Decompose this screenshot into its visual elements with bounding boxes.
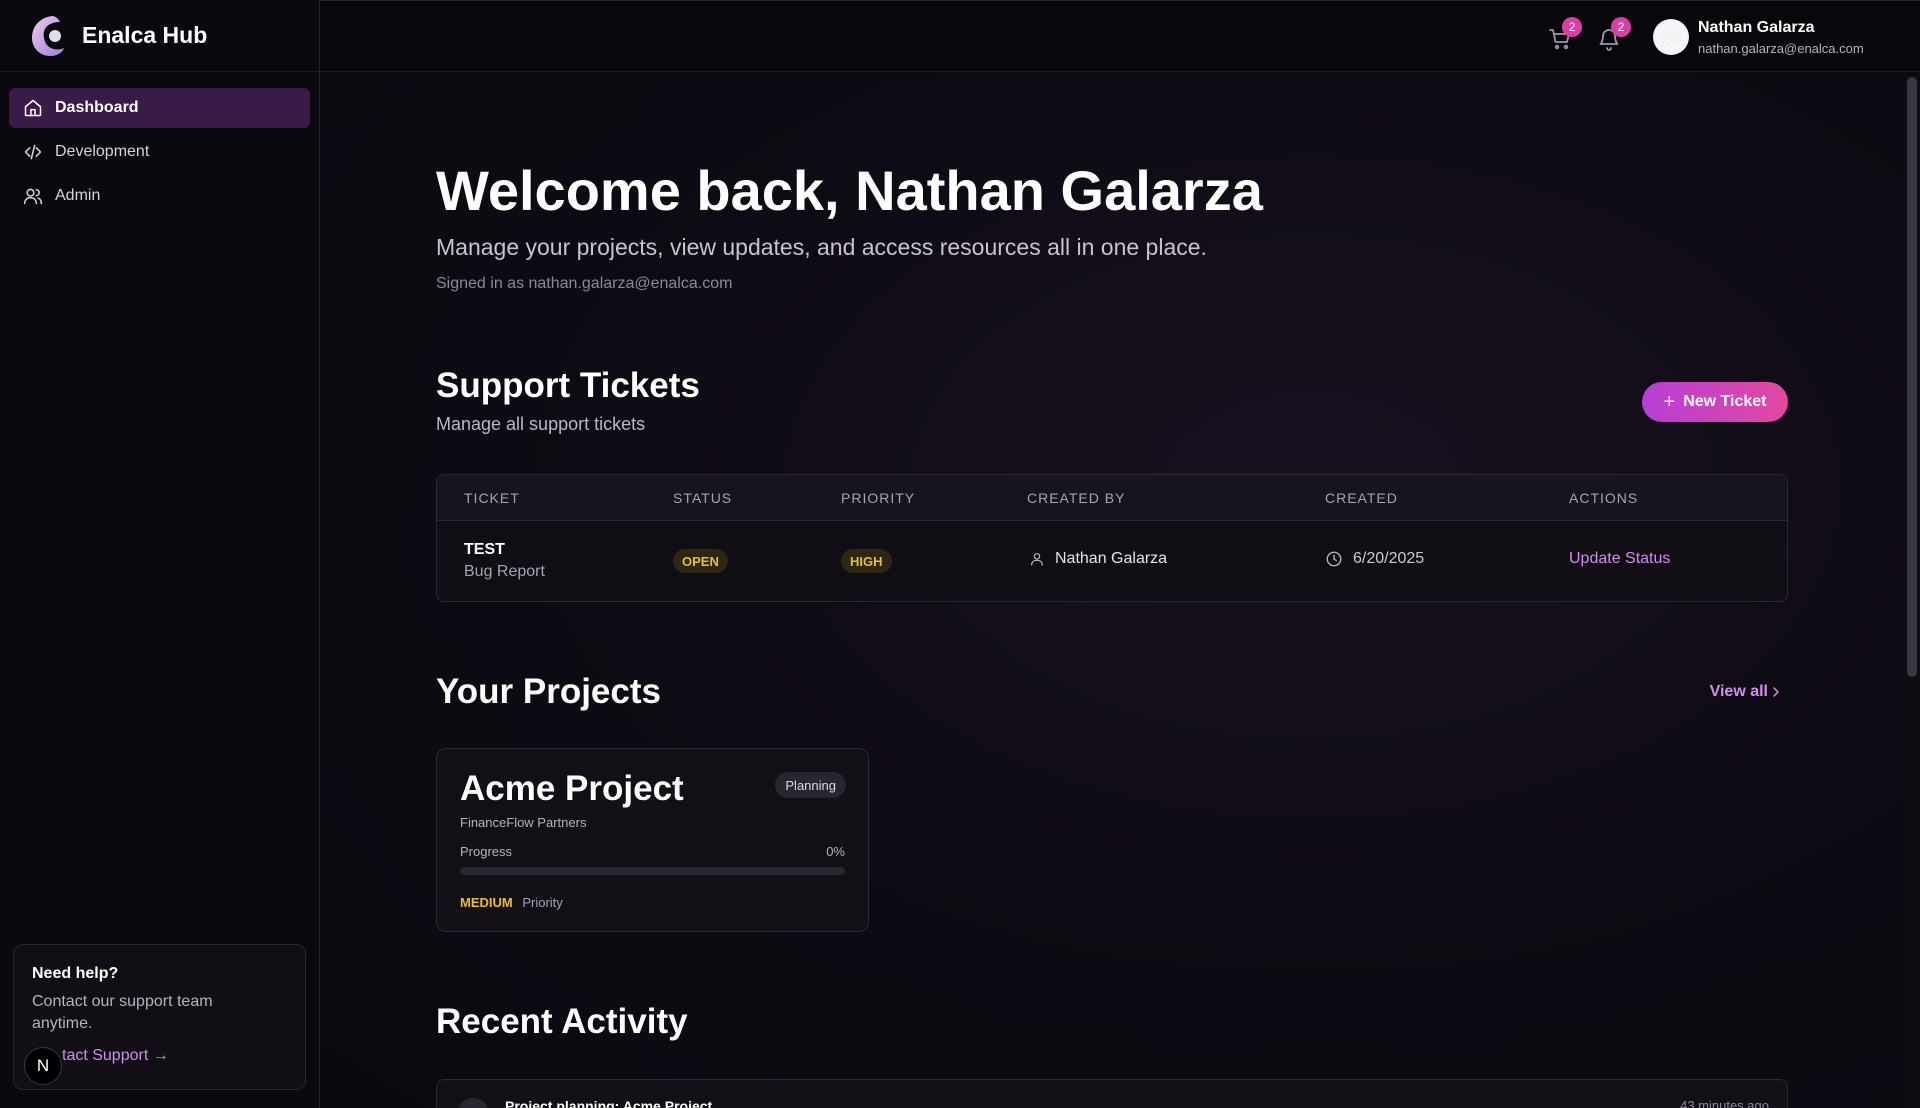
welcome-title: Welcome back, Nathan Galarza bbox=[436, 159, 1263, 222]
table-header: TICKET STATUS PRIORITY CREATED BY CREATE… bbox=[437, 475, 1787, 521]
sidebar: Enalca Hub Dashboard Development Admin N… bbox=[0, 0, 320, 1108]
brand[interactable]: Enalca Hub bbox=[0, 0, 319, 72]
view-all-label: View all bbox=[1709, 683, 1768, 700]
logo-icon bbox=[32, 15, 64, 56]
column-header-ticket: TICKET bbox=[464, 490, 520, 506]
brand-name: Enalca Hub bbox=[82, 22, 208, 48]
project-status-badge: Planning bbox=[775, 772, 846, 798]
ticket-type: Bug Report bbox=[464, 563, 545, 580]
sidebar-item-admin[interactable]: Admin bbox=[9, 176, 310, 216]
project-client: FinanceFlow Partners bbox=[460, 815, 587, 830]
n-logo-icon[interactable]: N bbox=[24, 1047, 62, 1085]
home-icon bbox=[24, 99, 42, 117]
help-card: Need help? Contact our support team anyt… bbox=[13, 944, 306, 1090]
progress-label: Progress bbox=[460, 844, 513, 859]
activity-time: 43 minutes ago bbox=[1680, 1098, 1769, 1108]
sidebar-item-development[interactable]: Development bbox=[9, 132, 310, 172]
plus-icon: + bbox=[1663, 390, 1676, 413]
cart-count-badge: 2 bbox=[1562, 17, 1582, 37]
project-priority: MEDIUM bbox=[460, 895, 513, 910]
new-ticket-button[interactable]: + New Ticket bbox=[1642, 382, 1788, 422]
your-projects-title: Your Projects bbox=[436, 672, 661, 711]
signed-in-text: Signed in as nathan.galarza@enalca.com bbox=[436, 275, 733, 292]
activity-title: Project planning: Acme Project bbox=[505, 1098, 713, 1108]
users-icon bbox=[23, 188, 43, 205]
tickets-table: TICKET STATUS PRIORITY CREATED BY CREATE… bbox=[436, 474, 1788, 602]
code-icon bbox=[24, 144, 42, 160]
avatar[interactable]: NG bbox=[1653, 19, 1689, 55]
priority-badge: HIGH bbox=[841, 549, 892, 573]
project-priority-label: Priority bbox=[522, 895, 563, 910]
notifications-button[interactable]: 2 bbox=[1597, 17, 1631, 51]
notification-count-badge: 2 bbox=[1611, 17, 1631, 37]
support-tickets-subtitle: Manage all support tickets bbox=[436, 414, 646, 434]
creator-name: Nathan Galarza bbox=[1055, 550, 1168, 567]
ticket-creator: Nathan Galarza bbox=[1029, 550, 1167, 568]
activity-item[interactable]: Project planning: Acme Project 43 minute… bbox=[436, 1079, 1788, 1108]
ticket-title: TEST bbox=[464, 541, 505, 558]
user-icon bbox=[1031, 553, 1043, 566]
help-text: Contact our support team anytime. bbox=[32, 993, 213, 1032]
progress-bar bbox=[460, 867, 845, 875]
recent-activity-title: Recent Activity bbox=[436, 1002, 688, 1041]
top-bar: 2 2 NG Nathan Galarza nathan.galarza@ena… bbox=[320, 0, 1920, 72]
contact-support-label: tact Support → bbox=[62, 1047, 169, 1064]
sidebar-item-label: Dashboard bbox=[55, 99, 139, 116]
table-row[interactable]: TEST Bug Report OPEN HIGH Nathan Galarza… bbox=[437, 521, 1787, 601]
clock-icon bbox=[1326, 551, 1342, 567]
progress-row: Progress 0% bbox=[460, 844, 845, 859]
column-header-priority: PRIORITY bbox=[841, 490, 916, 506]
user-email: nathan.galarza@enalca.com bbox=[1698, 41, 1864, 56]
ticket-created-date: 6/20/2025 bbox=[1325, 550, 1424, 568]
scrollbar[interactable] bbox=[1904, 73, 1920, 1108]
new-ticket-label: New Ticket bbox=[1683, 393, 1767, 410]
column-header-status: STATUS bbox=[673, 490, 733, 506]
support-tickets-title: Support Tickets bbox=[436, 366, 700, 405]
created-date: 6/20/2025 bbox=[1353, 550, 1425, 567]
sidebar-item-dashboard[interactable]: Dashboard bbox=[9, 88, 310, 128]
project-card[interactable]: Acme Project FinanceFlow Partners Planni… bbox=[436, 748, 869, 932]
scrollbar-thumb[interactable] bbox=[1907, 77, 1917, 677]
sidebar-item-label: Development bbox=[55, 143, 150, 160]
column-header-created: CREATED bbox=[1325, 490, 1398, 506]
progress-percent: 0% bbox=[826, 844, 845, 859]
sidebar-item-label: Admin bbox=[55, 187, 101, 204]
main-content: Welcome back, Nathan Galarza Manage your… bbox=[321, 73, 1920, 1108]
status-badge: OPEN bbox=[673, 549, 728, 573]
view-all-link[interactable]: View all bbox=[1710, 683, 1784, 701]
welcome-subtitle: Manage your projects, view updates, and … bbox=[436, 234, 1207, 260]
activity-icon bbox=[457, 1098, 489, 1108]
update-status-link[interactable]: Update Status bbox=[1569, 550, 1670, 568]
sidebar-nav: Dashboard Development Admin bbox=[0, 72, 319, 236]
cart-button[interactable]: 2 bbox=[1548, 17, 1582, 51]
column-header-actions: ACTIONS bbox=[1569, 490, 1639, 506]
column-header-created-by: CREATED BY bbox=[1027, 490, 1126, 506]
contact-support-link[interactable]: tact Support → bbox=[32, 1047, 287, 1065]
help-title: Need help? bbox=[32, 965, 119, 982]
priority-row: MEDIUM Priority bbox=[460, 895, 845, 910]
chevron-right-icon bbox=[1773, 687, 1779, 697]
user-name: Nathan Galarza bbox=[1698, 19, 1815, 36]
